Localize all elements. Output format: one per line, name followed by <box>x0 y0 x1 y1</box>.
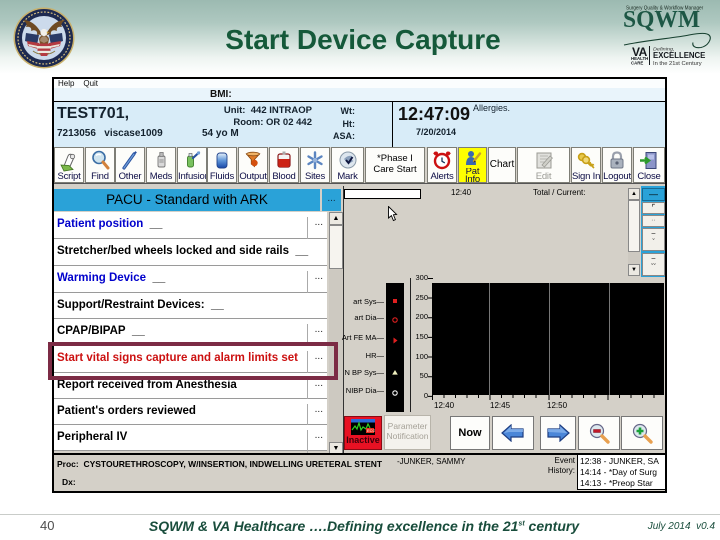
svg-text:ECG: ECG <box>367 428 375 433</box>
